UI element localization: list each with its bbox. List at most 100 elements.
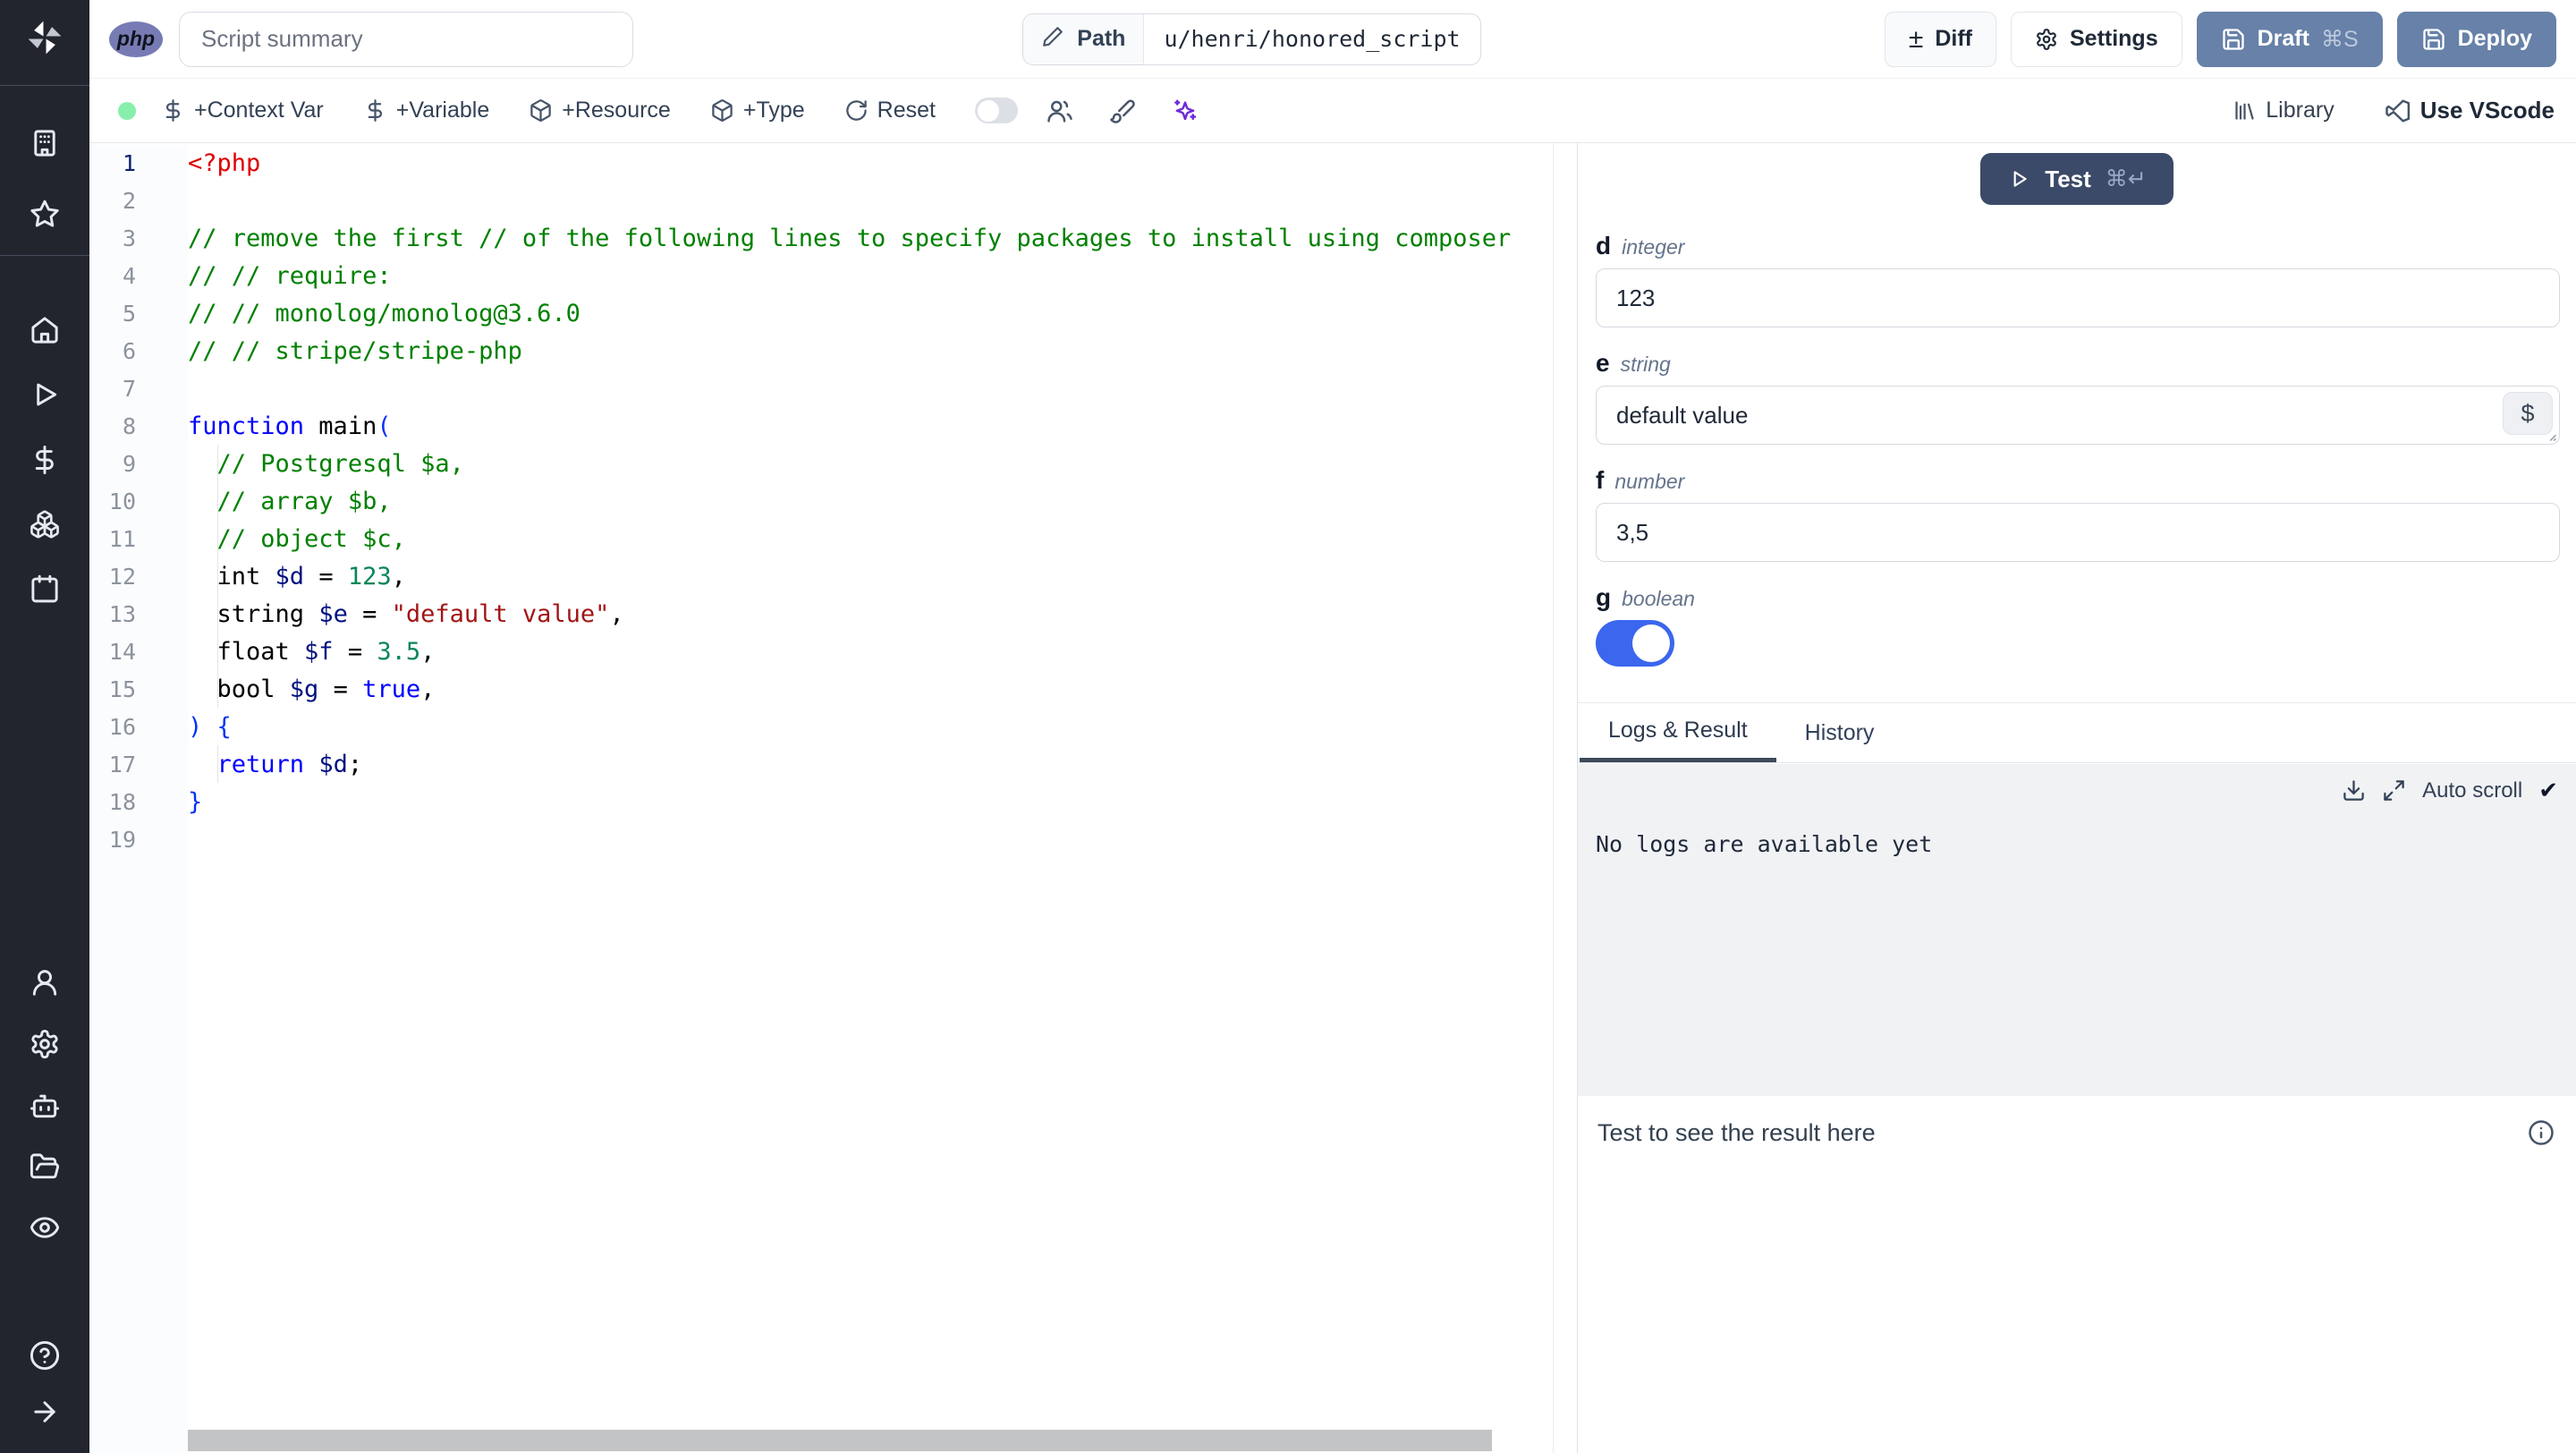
script-path-value: u/henri/honored_script xyxy=(1164,26,1461,52)
arg-toggle-g[interactable] xyxy=(1596,620,1674,667)
line-number: 7 xyxy=(122,376,136,402)
variables-dollar-icon[interactable] xyxy=(30,445,61,476)
line-number: 15 xyxy=(108,676,136,702)
workspace-icon[interactable] xyxy=(30,128,61,159)
code-line[interactable]: <?php xyxy=(188,145,1553,183)
diff-mode-toggle[interactable] xyxy=(974,98,1018,123)
code-line[interactable]: } xyxy=(188,784,1553,821)
code-line[interactable]: // array $b, xyxy=(188,483,1553,521)
logs-empty-message: No logs are available yet xyxy=(1596,831,1933,857)
save-icon xyxy=(2421,27,2446,52)
download-logs-icon[interactable] xyxy=(2342,778,2366,803)
script-summary-input[interactable] xyxy=(179,11,633,67)
line-number: 18 xyxy=(108,789,136,815)
expand-sidebar-arrow-icon[interactable] xyxy=(30,1397,61,1428)
line-number: 8 xyxy=(122,413,136,439)
add-context-var-button[interactable]: +Context Var xyxy=(161,98,324,123)
path-label: Path xyxy=(1077,26,1126,51)
preview-panel: Test ⌘↵ d integer e string xyxy=(1578,143,2576,1453)
arg-input-e[interactable] xyxy=(1596,386,2560,445)
result-area: Test to see the result here xyxy=(1578,1096,2576,1453)
deploy-button[interactable]: Deploy xyxy=(2396,11,2556,67)
line-numbers: 1 2 3 4 5 6 7 8 9 10 11 12 13 14 15 16 17 18 19 xyxy=(89,145,188,1453)
add-resource-button[interactable]: +Resource xyxy=(529,98,671,123)
test-button[interactable]: Test ⌘↵ xyxy=(1980,153,2174,205)
code-line[interactable]: // remove the first // of the following … xyxy=(188,220,1553,258)
code-line[interactable] xyxy=(188,821,1553,859)
play-icon xyxy=(2007,167,2030,191)
reset-button[interactable]: Reset xyxy=(844,98,936,123)
script-path-widget[interactable]: Path u/henri/honored_script xyxy=(1022,13,1481,65)
settings-gear-icon[interactable] xyxy=(30,1029,61,1060)
schedules-calendar-icon[interactable] xyxy=(30,574,61,605)
save-icon xyxy=(2221,27,2246,52)
sidebar-divider xyxy=(0,85,89,86)
audit-eye-icon[interactable] xyxy=(30,1212,61,1244)
user-icon[interactable] xyxy=(30,967,61,998)
code-line[interactable]: string $e = "default value", xyxy=(188,596,1553,633)
draft-shortcut: ⌘S xyxy=(2320,26,2359,52)
folders-icon[interactable] xyxy=(30,1151,61,1183)
expand-logs-icon[interactable] xyxy=(2382,778,2406,803)
add-variable-button[interactable]: +Variable xyxy=(363,98,489,123)
arg-input-f[interactable] xyxy=(1596,503,2560,562)
resize-handle-icon[interactable] xyxy=(2543,428,2557,442)
code-editor[interactable]: 1 2 3 4 5 6 7 8 9 10 11 12 13 14 15 16 17 18 19 <?php// re… xyxy=(89,143,1554,1453)
line-number: 16 xyxy=(108,714,136,740)
code-line[interactable]: float $f = 3.5, xyxy=(188,633,1553,671)
home-icon[interactable] xyxy=(30,315,61,346)
line-number: 19 xyxy=(108,827,136,853)
line-number: 9 xyxy=(122,451,136,477)
runs-play-icon[interactable] xyxy=(30,379,61,411)
arg-input-d[interactable] xyxy=(1596,268,2560,327)
tab-logs-result[interactable]: Logs & Result xyxy=(1580,703,1776,762)
line-number: 17 xyxy=(108,752,136,777)
help-icon[interactable] xyxy=(30,1340,61,1372)
path-edit-section[interactable]: Path xyxy=(1023,13,1145,64)
status-dot xyxy=(118,101,136,120)
line-number: 14 xyxy=(108,639,136,665)
arg-label-g: g boolean xyxy=(1596,583,1695,611)
code-line[interactable]: function main( xyxy=(188,408,1553,446)
windmill-logo-icon[interactable] xyxy=(24,17,65,58)
diff-button[interactable]: ± Diff xyxy=(1884,11,1996,67)
dollar-icon xyxy=(165,99,181,122)
resources-boxes-icon[interactable] xyxy=(30,509,61,540)
top-header: php Path u/henri/honored_script ± Diff xyxy=(89,0,2576,79)
code-line[interactable]: // Postgresql $a, xyxy=(188,446,1553,483)
horizontal-scrollbar[interactable] xyxy=(188,1430,1492,1451)
code-line[interactable] xyxy=(188,370,1553,408)
code-line[interactable]: ) { xyxy=(188,709,1553,746)
code-line[interactable]: return $d; xyxy=(188,746,1553,784)
code-line[interactable]: // // require: xyxy=(188,258,1553,295)
code-line[interactable]: int $d = 123, xyxy=(188,558,1553,596)
draft-button[interactable]: Draft ⌘S xyxy=(2196,11,2383,67)
library-button[interactable]: Library xyxy=(2233,98,2334,123)
package-icon xyxy=(712,99,733,122)
format-brush-icon[interactable] xyxy=(1109,98,1136,124)
code-line[interactable]: // object $c, xyxy=(188,521,1553,558)
collaborators-users-icon[interactable] xyxy=(1046,98,1073,124)
test-shortcut: ⌘↵ xyxy=(2105,166,2147,191)
add-type-button[interactable]: +Type xyxy=(710,98,805,123)
info-icon[interactable] xyxy=(2528,1119,2555,1146)
code-line[interactable] xyxy=(188,183,1553,220)
workers-robot-icon[interactable] xyxy=(30,1091,61,1122)
settings-button[interactable]: Settings xyxy=(2010,11,2182,67)
ai-sparkles-icon[interactable] xyxy=(1172,98,1199,124)
code-line[interactable]: // // monolog/monolog@3.6.0 xyxy=(188,295,1553,333)
line-number: 11 xyxy=(108,526,136,552)
code-line[interactable]: bool $g = true, xyxy=(188,671,1553,709)
line-number: 12 xyxy=(108,564,136,590)
package-icon xyxy=(530,99,551,122)
tab-history[interactable]: History xyxy=(1805,703,1875,762)
logs-panel: Auto scroll ✔ No logs are available yet xyxy=(1578,764,2576,1096)
code-lines[interactable]: <?php // remove the first // of the follo… xyxy=(188,145,1553,859)
code-line[interactable]: // // stripe/stripe-php xyxy=(188,333,1553,370)
auto-scroll-checkbox[interactable]: ✔ xyxy=(2538,777,2558,804)
vscode-icon xyxy=(2385,99,2410,122)
line-number: 13 xyxy=(108,601,136,627)
editor-toolbar: +Context Var +Variable +Resource +Type R… xyxy=(89,79,2576,143)
favorites-star-icon[interactable] xyxy=(30,199,61,230)
use-vscode-button[interactable]: Use VScode xyxy=(2385,97,2555,124)
